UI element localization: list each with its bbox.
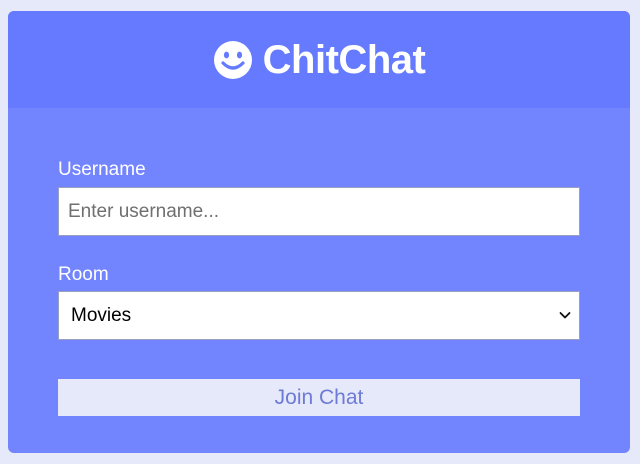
room-selected-value: Movies — [71, 304, 132, 326]
username-placeholder: Enter username... — [68, 200, 220, 222]
brand: ChitChat — [213, 40, 426, 80]
join-chat-button[interactable]: Join Chat — [58, 379, 580, 416]
login-card: ChitChat Username Enter username... Room… — [8, 11, 630, 453]
username-input[interactable]: Enter username... — [58, 187, 580, 236]
username-label: Username — [58, 159, 146, 180]
room-label: Room — [58, 264, 109, 285]
chevron-down-icon — [559, 312, 571, 319]
smiley-face-icon — [213, 40, 252, 79]
app-title: ChitChat — [262, 37, 426, 82]
header: ChitChat — [8, 11, 630, 108]
room-select[interactable]: Movies — [58, 291, 580, 340]
